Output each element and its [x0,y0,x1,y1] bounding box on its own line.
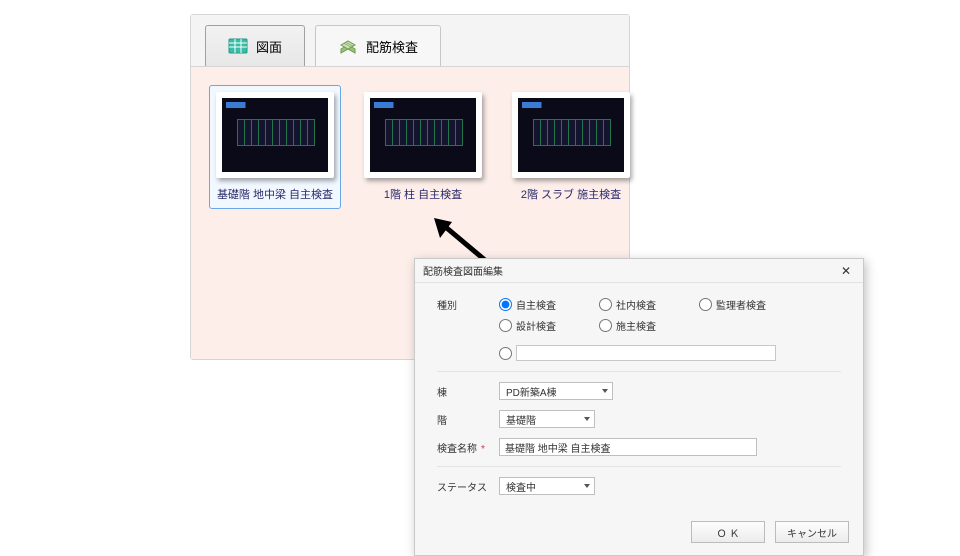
row-inspection-name: 検査名称* 基礎階 地中梁 自主検査 [437,438,841,456]
label-status: ステータス [437,479,499,494]
row-type: 種別 自主検査 社内検査 監理者検査 設計検査 [437,297,841,361]
select-value: 検査中 [506,479,536,494]
radio-label: 社内検査 [616,297,656,312]
select-value: PD新築A棟 [506,384,557,399]
edit-dialog: 配筋検査図面編集 ✕ 種別 自主検査 社内検査 監理者検査 [414,258,864,556]
thumbnail-label: 2階 スラブ 施主検査 [521,186,621,202]
close-icon[interactable]: ✕ [837,264,855,278]
radio-input[interactable] [499,347,512,360]
divider [437,371,841,372]
input-value: 基礎階 地中梁 自主検査 [505,440,611,455]
dialog-title: 配筋検査図面編集 [423,263,503,278]
label-inspection-name: 検査名称* [437,440,499,455]
floor-select[interactable]: 基礎階 [499,410,595,428]
radio-other[interactable] [499,345,776,361]
radio-owner[interactable]: 施主検査 [599,318,677,333]
thumbnail-image [216,92,334,178]
dialog-titlebar: 配筋検査図面編集 ✕ [415,259,863,283]
thumbnail-label: 基礎階 地中梁 自主検査 [217,186,333,202]
rebar-icon [338,36,358,56]
chevron-down-icon [602,389,608,393]
radio-input[interactable] [499,298,512,311]
radio-supervisor[interactable]: 監理者検査 [699,297,777,312]
row-status: ステータス 検査中 [437,477,841,495]
status-select[interactable]: 検査中 [499,477,595,495]
building-select[interactable]: PD新築A棟 [499,382,613,400]
label-floor: 階 [437,412,499,427]
thumbnail-image [364,92,482,178]
radio-input[interactable] [599,319,612,332]
thumbnail-image [512,92,630,178]
inspection-name-input[interactable]: 基礎階 地中梁 自主検査 [499,438,757,456]
select-value: 基礎階 [506,412,536,427]
dialog-body: 種別 自主検査 社内検査 監理者検査 設計検査 [415,283,863,515]
chevron-down-icon [584,484,590,488]
radio-input[interactable] [699,298,712,311]
other-type-input[interactable] [516,345,776,361]
radio-design[interactable]: 設計検査 [499,318,577,333]
thumbnail-label: 1階 柱 自主検査 [384,186,462,202]
chevron-down-icon [584,417,590,421]
radio-label: 自主検査 [516,297,556,312]
divider [437,466,841,467]
tab-strip: 図面 配筋検査 [191,15,629,66]
type-radio-group: 自主検査 社内検査 監理者検査 設計検査 施主検査 [499,297,819,361]
dialog-actions: Ｏ Ｋ キャンセル [415,515,863,555]
radio-label: 設計検査 [516,318,556,333]
tab-drawings[interactable]: 図面 [205,25,305,66]
thumbnail-card[interactable]: 基礎階 地中梁 自主検査 [209,85,341,209]
drawings-icon [228,36,248,56]
radio-label: 施主検査 [616,318,656,333]
radio-input[interactable] [599,298,612,311]
radio-self[interactable]: 自主検査 [499,297,577,312]
radio-internal[interactable]: 社内検査 [599,297,677,312]
radio-label: 監理者検査 [716,297,766,312]
tab-label: 図面 [256,37,282,56]
required-mark: * [481,444,485,455]
label-building: 棟 [437,384,499,399]
tab-label: 配筋検査 [366,37,418,56]
radio-input[interactable] [499,319,512,332]
thumbnail-card[interactable]: 2階 スラブ 施主検査 [505,85,637,209]
row-building: 棟 PD新築A棟 [437,382,841,400]
row-floor: 階 基礎階 [437,410,841,428]
thumbnail-card[interactable]: 1階 柱 自主検査 [357,85,489,209]
label-type: 種別 [437,297,499,312]
tab-rebar-inspection[interactable]: 配筋検査 [315,25,441,66]
